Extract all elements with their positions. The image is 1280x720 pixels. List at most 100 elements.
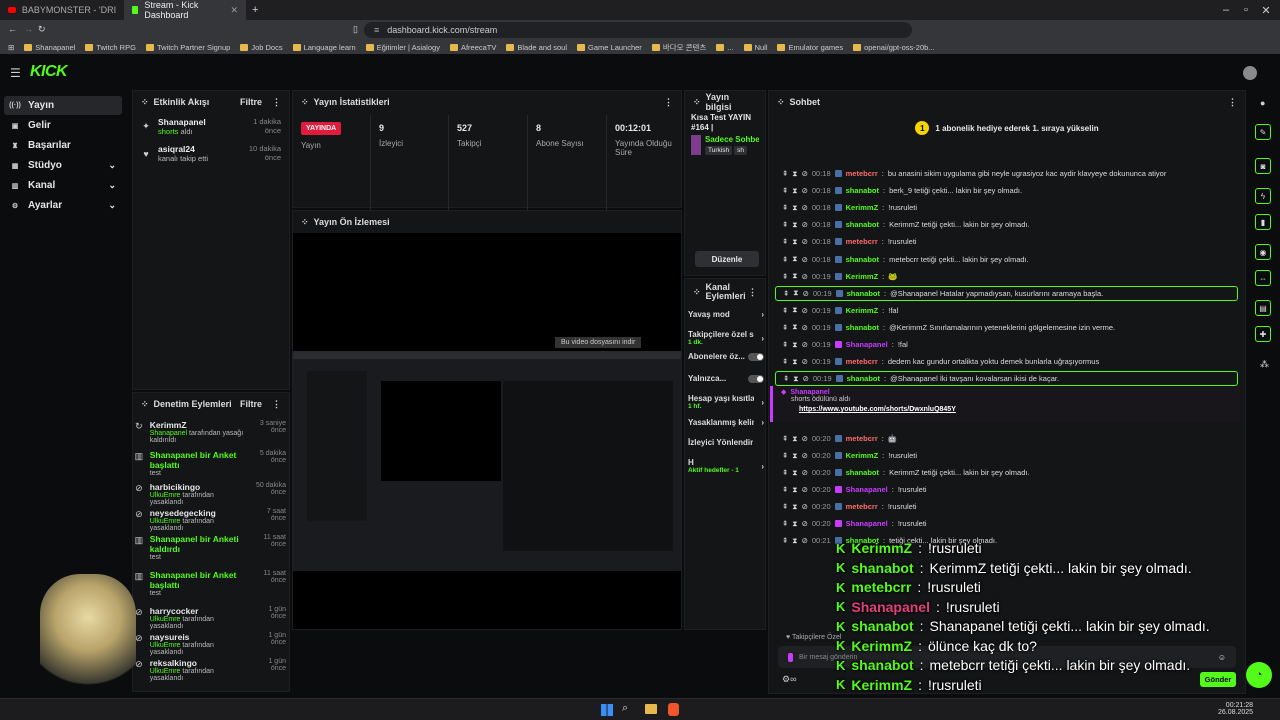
category-name[interactable]: Sadece Sohbet (705, 135, 759, 144)
ban-icon[interactable]: ⊘ (802, 451, 808, 460)
channel-action-item[interactable]: Abonelere öz... (684, 352, 768, 361)
moderation-actor[interactable]: UlkuEmre (150, 616, 181, 623)
chat-message[interactable]: ⇞ ⧗ ⊘ 00:19 shanabot: @KerimmZ Sınırlamaların… (782, 320, 1234, 335)
pencil-icon[interactable]: ✎ (1255, 124, 1271, 140)
pin-icon[interactable]: ⇞ (782, 203, 788, 212)
bookmark-item[interactable]: Job Docs (240, 43, 283, 52)
chat-username[interactable]: shanabot (847, 289, 880, 298)
gift-banner[interactable]: 1 1 abonelik hediye ederek 1. sıraya yük… (769, 113, 1245, 143)
timeout-icon[interactable]: ⧗ (792, 322, 797, 332)
preview-video[interactable] (293, 351, 681, 571)
ban-icon[interactable]: ⊘ (802, 502, 808, 511)
chat-username[interactable]: Shanapanel (846, 519, 888, 528)
ban-icon[interactable]: ⊘ (802, 434, 808, 443)
link-icon[interactable]: ⇔ (1255, 270, 1271, 286)
chat-username[interactable]: shanabot (846, 468, 879, 477)
apps-icon[interactable]: ⊞ (8, 43, 14, 52)
url-field[interactable]: ≡ dashboard.kick.com/stream (364, 22, 912, 38)
chat-message[interactable]: ⇞ ⧗ ⊘ 00:20 shanabot: KerimmZ tetiği çekti...… (782, 465, 1234, 480)
chat-message[interactable]: ⇞ ⧗ ⊘ 00:18 metebcrr: bu anasini sikim uygula… (782, 166, 1234, 181)
ban-icon[interactable]: ⊘ (802, 357, 808, 366)
chat-message[interactable]: ⇞ ⧗ ⊘ 00:18 metebcrr: !rusruleti (782, 234, 1234, 249)
filter-button[interactable]: Filtre (240, 399, 262, 409)
chat-message[interactable]: ⇞ ⧗ ⊘ 00:19 shanabot: @Shanapanel Hatalar yap… (775, 285, 1238, 301)
chat-message[interactable]: ⇞ ⧗ ⊘ 00:20 KerimmZ: !rusruleti (782, 448, 1234, 463)
chat-username[interactable]: KerimmZ (846, 272, 879, 281)
tag[interactable]: sh (734, 146, 747, 155)
new-tab-icon[interactable]: + (252, 4, 258, 16)
chat-message[interactable]: ⇞ ⧗ ⊘ 00:18 shanabot: metebcrr tetiği çekti..… (782, 252, 1234, 267)
pin-icon[interactable]: ⇞ (782, 340, 788, 349)
ban-icon[interactable]: ⊘ (803, 374, 809, 383)
chat-username[interactable]: metebcrr (846, 237, 878, 246)
channel-action-item[interactable]: H Aktif hedefler - 1 › (684, 458, 768, 474)
ban-icon[interactable]: ⊘ (802, 255, 808, 264)
brave-browser-icon[interactable] (668, 703, 679, 716)
pin-icon[interactable]: ⇞ (782, 451, 788, 460)
chat-username[interactable]: metebcrr (846, 434, 878, 443)
bookmark-item[interactable]: Emulator games (777, 43, 843, 52)
drag-handle-icon[interactable]: ⁘ (141, 399, 149, 410)
redeem-link[interactable]: https://www.youtube.com/shorts/DwxnluQ84… (799, 406, 1232, 413)
chat-username[interactable]: metebcrr (846, 502, 878, 511)
moderation-target[interactable]: Shanapanel bir Anket başlattı (150, 570, 247, 590)
redeem-user[interactable]: Shanapanel (790, 389, 829, 396)
chat-message[interactable]: ⇞ ⧗ ⊘ 00:20 Shanapanel: !rusruleti (782, 516, 1234, 531)
pin-icon[interactable]: ⇞ (782, 485, 788, 494)
drag-handle-icon[interactable]: ⁘ (301, 217, 309, 228)
pin-icon[interactable]: ⇞ (782, 357, 788, 366)
sidebar-item-3[interactable]: ▦ Stüdyo ⌄ (4, 156, 122, 175)
bookmark-icon[interactable]: ▯ (353, 24, 358, 35)
timeout-icon[interactable]: ⧗ (792, 271, 797, 281)
moderation-actor[interactable]: UlkuEmre (150, 492, 181, 499)
channel-action-item[interactable]: Yasaklanmış kelim › (684, 418, 768, 427)
ban-icon[interactable]: ⊘ (802, 468, 808, 477)
search-icon[interactable]: ⌕ (622, 702, 628, 715)
moderation-actor[interactable]: UlkuEmre (150, 518, 181, 525)
chat-username[interactable]: KerimmZ (846, 451, 879, 460)
tag[interactable]: Turkish (705, 146, 733, 155)
ban-icon[interactable]: ⊘ (802, 203, 808, 212)
moderation-target[interactable]: harbicikingo (150, 482, 247, 492)
bookmark-item[interactable]: Eğitimler | Asialogy (365, 43, 440, 52)
timeout-icon[interactable]: ⧗ (792, 203, 797, 213)
channel-action-item[interactable]: İzleyici Yönlendir (684, 438, 768, 447)
chat-message[interactable]: ⇞ ⧗ ⊘ 00:20 metebcrr: 🤖 (782, 431, 1234, 446)
more-icon[interactable]: ⋮ (272, 399, 281, 410)
timeout-icon[interactable]: ⧗ (792, 220, 797, 230)
windows-start-icon[interactable] (601, 704, 613, 716)
timeout-icon[interactable]: ⧗ (792, 519, 797, 529)
pin-icon[interactable]: ⇞ (782, 502, 788, 511)
bookmark-item[interactable]: openai/gpt-oss-20b... (853, 43, 935, 52)
pin-icon[interactable]: ⇞ (782, 519, 788, 528)
pin-icon[interactable]: ⇞ (782, 169, 788, 178)
bookmark-item[interactable]: Twitch Partner Signup (145, 43, 230, 52)
menu-icon[interactable]: ☰ (10, 66, 21, 80)
pin-icon[interactable]: ⇞ (782, 220, 788, 229)
moderation-actor[interactable]: UlkuEmre (150, 642, 181, 649)
timeout-icon[interactable]: ⧗ (793, 288, 798, 298)
chat-message[interactable]: ⇞ ⧗ ⊘ 00:18 KerimmZ: !rusruleti (782, 200, 1234, 215)
moderation-target[interactable]: Shanapanel bir Anket başlattı (150, 450, 247, 470)
bookmark-item[interactable]: 바다모 콘텐츠 (651, 42, 706, 53)
share-icon[interactable]: ⁂ (1260, 359, 1269, 370)
bolt-icon[interactable]: ϟ (1255, 188, 1271, 204)
ban-icon[interactable]: ⊘ (802, 237, 808, 246)
info-icon[interactable]: ● (1260, 98, 1265, 108)
moderation-target[interactable]: neysedegecking (150, 508, 247, 518)
bookmark-item[interactable]: Twitch RPG (85, 43, 136, 52)
sidebar-item-4[interactable]: ▥ Kanal ⌄ (4, 176, 122, 195)
timeout-icon[interactable]: ⧗ (792, 502, 797, 512)
chat-username[interactable]: KerimmZ (846, 203, 879, 212)
drag-handle-icon[interactable]: ⁘ (301, 97, 309, 108)
chat-message[interactable]: ⇞ ⧗ ⊘ 00:20 metebcrr: !rusruleti (782, 499, 1234, 514)
timeout-icon[interactable]: ⧗ (792, 536, 797, 546)
download-video-button[interactable]: Bu video dosyasını indir (555, 337, 642, 348)
chat-username[interactable]: shanabot (846, 220, 879, 229)
chat-username[interactable]: metebcrr (846, 169, 878, 178)
chat-message[interactable]: ⇞ ⧗ ⊘ 00:19 metebcrr: dedem kac gundur ortali… (782, 354, 1234, 369)
sidebar-item-0[interactable]: ((·)) Yayın (4, 96, 122, 115)
close-icon[interactable]: ✕ (230, 5, 238, 16)
reload-icon[interactable]: ↻ (38, 24, 46, 35)
timeout-icon[interactable]: ⧗ (792, 357, 797, 367)
